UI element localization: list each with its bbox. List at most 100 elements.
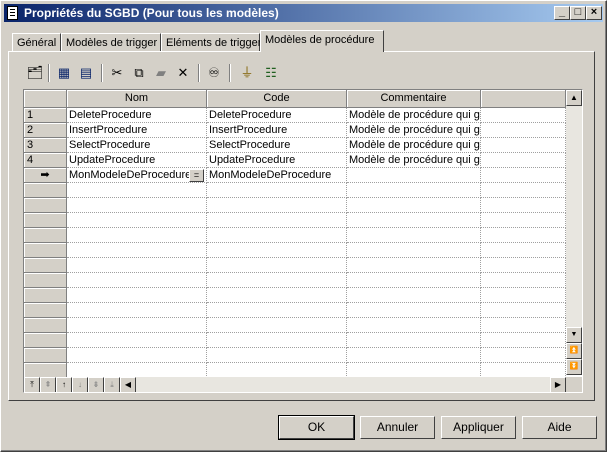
scroll-bottom-button[interactable]: ⏬ xyxy=(566,359,582,375)
cell-commentaire[interactable]: Modèle de procédure qui g xyxy=(347,138,481,153)
move-down-page-icon[interactable]: ⇟ xyxy=(88,377,104,392)
cell-nom[interactable] xyxy=(67,213,207,228)
move-up-page-icon[interactable]: ⇞ xyxy=(40,377,56,392)
cell-code[interactable]: InsertProcedure xyxy=(207,123,347,138)
cell-nom[interactable] xyxy=(67,183,207,198)
cell-code[interactable] xyxy=(207,198,347,213)
row-header[interactable] xyxy=(24,183,67,198)
cell-code[interactable] xyxy=(207,288,347,303)
cell-commentaire[interactable] xyxy=(347,183,481,198)
column-header-code[interactable]: Code xyxy=(207,90,347,108)
maximize-button[interactable]: □ xyxy=(570,6,586,20)
cell-commentaire[interactable] xyxy=(347,288,481,303)
tab-trigger-templates[interactable]: Modèles de trigger xyxy=(61,33,161,51)
cell-commentaire[interactable] xyxy=(347,348,481,363)
cell-code[interactable] xyxy=(207,303,347,318)
row-header[interactable] xyxy=(24,348,67,363)
row-header[interactable] xyxy=(24,198,67,213)
cell-nom[interactable] xyxy=(67,363,207,378)
move-up-icon[interactable]: ↑ xyxy=(56,377,72,392)
row-header[interactable] xyxy=(24,273,67,288)
cell-nom[interactable]: InsertProcedure xyxy=(67,123,207,138)
row-header[interactable]: 3 xyxy=(24,138,67,153)
cell-empty[interactable] xyxy=(481,258,566,273)
cell-code[interactable]: SelectProcedure xyxy=(207,138,347,153)
cell-code[interactable] xyxy=(207,318,347,333)
move-down-icon[interactable]: ↓ xyxy=(72,377,88,392)
row-header[interactable] xyxy=(24,303,67,318)
cell-nom[interactable] xyxy=(67,333,207,348)
scroll-top-button[interactable]: ⏫ xyxy=(566,343,582,359)
cell-commentaire[interactable]: Modèle de procédure qui g xyxy=(347,153,481,168)
cell-commentaire[interactable]: Modèle de procédure qui g xyxy=(347,108,481,123)
row-header[interactable] xyxy=(24,333,67,348)
row-header[interactable] xyxy=(24,258,67,273)
cell-nom[interactable]: MonModeleDeProcedure xyxy=(67,168,207,183)
cell-empty[interactable] xyxy=(481,333,566,348)
add-row-icon[interactable]: ▦ xyxy=(55,64,73,82)
move-to-bottom-icon[interactable]: ⤓ xyxy=(104,377,120,392)
cell-empty[interactable] xyxy=(481,138,566,153)
row-header[interactable] xyxy=(24,228,67,243)
cell-code[interactable]: MonModeleDeProcedure xyxy=(207,168,347,183)
cell-commentaire[interactable] xyxy=(347,243,481,258)
cell-commentaire[interactable] xyxy=(347,198,481,213)
cell-empty[interactable] xyxy=(481,318,566,333)
cell-empty[interactable] xyxy=(481,183,566,198)
horizontal-scrollbar-track[interactable] xyxy=(136,377,550,392)
paste-icon[interactable]: ▰ xyxy=(152,64,170,82)
cell-nom[interactable] xyxy=(67,318,207,333)
cell-empty[interactable] xyxy=(481,108,566,123)
cell-code[interactable] xyxy=(207,348,347,363)
cell-code[interactable]: UpdateProcedure xyxy=(207,153,347,168)
cell-code[interactable] xyxy=(207,333,347,348)
close-button[interactable]: × xyxy=(586,6,602,20)
cell-commentaire[interactable] xyxy=(347,273,481,288)
cell-nom[interactable] xyxy=(67,258,207,273)
procedure-templates-grid[interactable]: Nom Code Commentaire 1 DeleteProcedure Del… xyxy=(23,89,583,393)
tab-general[interactable]: Général xyxy=(12,33,61,51)
cell-nom[interactable] xyxy=(67,228,207,243)
cell-commentaire[interactable] xyxy=(347,213,481,228)
row-header[interactable] xyxy=(24,363,67,378)
cell-empty[interactable] xyxy=(481,153,566,168)
cell-commentaire[interactable]: Modèle de procédure qui g xyxy=(347,123,481,138)
row-header[interactable]: 1 xyxy=(24,108,67,123)
cell-code[interactable] xyxy=(207,243,347,258)
cell-empty[interactable] xyxy=(481,348,566,363)
filter-icon[interactable]: ⏚ xyxy=(238,64,256,82)
cell-empty[interactable] xyxy=(481,123,566,138)
scroll-up-button[interactable]: ▲ xyxy=(566,90,582,106)
cell-nom[interactable]: UpdateProcedure xyxy=(67,153,207,168)
edit-button[interactable]: = xyxy=(189,169,204,182)
cell-empty[interactable] xyxy=(481,303,566,318)
copy-icon[interactable]: ⧉ xyxy=(130,64,148,82)
row-header[interactable]: 2 xyxy=(24,123,67,138)
cell-code[interactable] xyxy=(207,258,347,273)
column-header-commentaire[interactable]: Commentaire xyxy=(347,90,481,108)
cell-commentaire[interactable] xyxy=(347,258,481,273)
cell-nom[interactable]: SelectProcedure xyxy=(67,138,207,153)
cell-empty[interactable] xyxy=(481,243,566,258)
cell-code[interactable] xyxy=(207,183,347,198)
cell-empty[interactable] xyxy=(481,198,566,213)
scroll-down-button[interactable]: ▼ xyxy=(566,327,582,343)
cell-empty[interactable] xyxy=(481,273,566,288)
cell-code[interactable] xyxy=(207,228,347,243)
cell-commentaire[interactable] xyxy=(347,303,481,318)
move-to-top-icon[interactable]: ⤒ xyxy=(24,377,40,392)
row-header[interactable] xyxy=(24,288,67,303)
apply-button[interactable]: Appliquer xyxy=(441,416,516,439)
cell-nom[interactable] xyxy=(67,303,207,318)
cell-empty[interactable] xyxy=(481,213,566,228)
delete-icon[interactable]: ✕ xyxy=(174,64,192,82)
cell-empty[interactable] xyxy=(481,228,566,243)
cell-nom[interactable] xyxy=(67,348,207,363)
find-icon[interactable]: ♾ xyxy=(205,64,223,82)
scroll-left-button[interactable]: ◀ xyxy=(120,377,136,392)
cell-empty[interactable] xyxy=(481,288,566,303)
tab-trigger-items[interactable]: Eléments de trigger xyxy=(161,33,261,51)
cell-code[interactable]: DeleteProcedure xyxy=(207,108,347,123)
customize-columns-icon[interactable]: ☷ xyxy=(262,64,280,82)
row-header[interactable] xyxy=(24,213,67,228)
